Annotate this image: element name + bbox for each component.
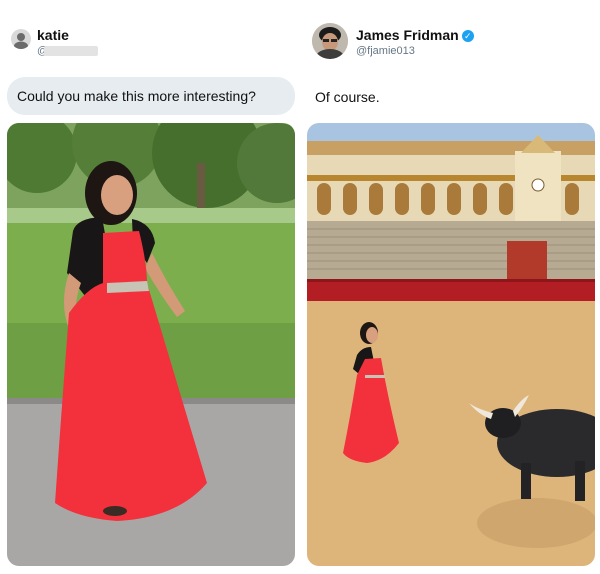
user-name-text: James Fridman bbox=[356, 27, 459, 43]
user-name[interactable]: katie bbox=[37, 27, 69, 43]
reply-text: Of course. bbox=[315, 89, 380, 105]
left-post: katie @ Could you make this more interes… bbox=[0, 0, 300, 574]
verified-badge-icon: ✓ bbox=[461, 30, 474, 42]
handle-redaction bbox=[44, 46, 98, 56]
user-avatar-icon[interactable] bbox=[11, 29, 31, 49]
user-avatar-icon[interactable] bbox=[312, 23, 348, 59]
user-name[interactable]: James Fridman ✓ bbox=[356, 27, 474, 43]
bullfight-arena-photo bbox=[307, 123, 595, 566]
right-post: James Fridman ✓ @fjamie013 Of course. bbox=[300, 0, 600, 574]
woman-in-red-dress-photo bbox=[7, 123, 295, 566]
message-bubble: Could you make this more interesting? bbox=[7, 77, 295, 115]
user-handle: @fjamie013 bbox=[356, 45, 415, 57]
